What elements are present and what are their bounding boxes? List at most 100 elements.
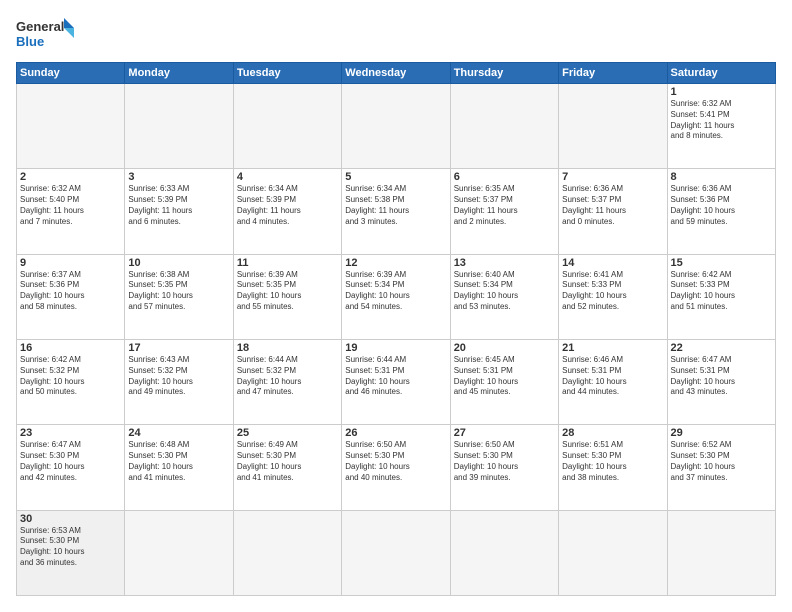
- day-number: 7: [562, 171, 663, 183]
- day-cell: 23Sunrise: 6:47 AM Sunset: 5:30 PM Dayli…: [17, 425, 125, 510]
- weekday-sunday: Sunday: [17, 63, 125, 84]
- day-info: Sunrise: 6:48 AM Sunset: 5:30 PM Dayligh…: [128, 440, 229, 483]
- day-number: 2: [20, 171, 121, 183]
- day-number: 30: [20, 513, 121, 525]
- day-info: Sunrise: 6:36 AM Sunset: 5:37 PM Dayligh…: [562, 184, 663, 227]
- day-cell: [559, 84, 667, 169]
- weekday-tuesday: Tuesday: [233, 63, 341, 84]
- day-cell: 2Sunrise: 6:32 AM Sunset: 5:40 PM Daylig…: [17, 169, 125, 254]
- day-cell: 26Sunrise: 6:50 AM Sunset: 5:30 PM Dayli…: [342, 425, 450, 510]
- day-number: 13: [454, 257, 555, 269]
- day-cell: 29Sunrise: 6:52 AM Sunset: 5:30 PM Dayli…: [667, 425, 775, 510]
- day-cell: [667, 510, 775, 595]
- day-cell: 20Sunrise: 6:45 AM Sunset: 5:31 PM Dayli…: [450, 339, 558, 424]
- day-info: Sunrise: 6:46 AM Sunset: 5:31 PM Dayligh…: [562, 355, 663, 398]
- day-number: 25: [237, 427, 338, 439]
- day-info: Sunrise: 6:42 AM Sunset: 5:32 PM Dayligh…: [20, 355, 121, 398]
- day-cell: 15Sunrise: 6:42 AM Sunset: 5:33 PM Dayli…: [667, 254, 775, 339]
- weekday-friday: Friday: [559, 63, 667, 84]
- generalblue-logo: General Blue: [16, 16, 76, 52]
- day-info: Sunrise: 6:42 AM Sunset: 5:33 PM Dayligh…: [671, 270, 772, 313]
- day-info: Sunrise: 6:39 AM Sunset: 5:34 PM Dayligh…: [345, 270, 446, 313]
- day-cell: [125, 84, 233, 169]
- logo: General Blue: [16, 16, 76, 52]
- day-cell: 27Sunrise: 6:50 AM Sunset: 5:30 PM Dayli…: [450, 425, 558, 510]
- day-info: Sunrise: 6:37 AM Sunset: 5:36 PM Dayligh…: [20, 270, 121, 313]
- day-number: 26: [345, 427, 446, 439]
- day-cell: 3Sunrise: 6:33 AM Sunset: 5:39 PM Daylig…: [125, 169, 233, 254]
- day-number: 8: [671, 171, 772, 183]
- week-row-6: 30Sunrise: 6:53 AM Sunset: 5:30 PM Dayli…: [17, 510, 776, 595]
- day-info: Sunrise: 6:51 AM Sunset: 5:30 PM Dayligh…: [562, 440, 663, 483]
- weekday-monday: Monday: [125, 63, 233, 84]
- day-cell: [450, 84, 558, 169]
- calendar-table: SundayMondayTuesdayWednesdayThursdayFrid…: [16, 62, 776, 596]
- day-number: 14: [562, 257, 663, 269]
- week-row-2: 2Sunrise: 6:32 AM Sunset: 5:40 PM Daylig…: [17, 169, 776, 254]
- day-number: 16: [20, 342, 121, 354]
- day-cell: 10Sunrise: 6:38 AM Sunset: 5:35 PM Dayli…: [125, 254, 233, 339]
- day-cell: [233, 84, 341, 169]
- day-cell: 12Sunrise: 6:39 AM Sunset: 5:34 PM Dayli…: [342, 254, 450, 339]
- day-number: 27: [454, 427, 555, 439]
- day-number: 20: [454, 342, 555, 354]
- day-info: Sunrise: 6:45 AM Sunset: 5:31 PM Dayligh…: [454, 355, 555, 398]
- day-cell: 9Sunrise: 6:37 AM Sunset: 5:36 PM Daylig…: [17, 254, 125, 339]
- day-cell: [125, 510, 233, 595]
- day-cell: 22Sunrise: 6:47 AM Sunset: 5:31 PM Dayli…: [667, 339, 775, 424]
- day-info: Sunrise: 6:53 AM Sunset: 5:30 PM Dayligh…: [20, 526, 121, 569]
- day-number: 19: [345, 342, 446, 354]
- day-info: Sunrise: 6:34 AM Sunset: 5:39 PM Dayligh…: [237, 184, 338, 227]
- day-cell: 28Sunrise: 6:51 AM Sunset: 5:30 PM Dayli…: [559, 425, 667, 510]
- day-number: 18: [237, 342, 338, 354]
- day-cell: 25Sunrise: 6:49 AM Sunset: 5:30 PM Dayli…: [233, 425, 341, 510]
- day-info: Sunrise: 6:50 AM Sunset: 5:30 PM Dayligh…: [454, 440, 555, 483]
- day-info: Sunrise: 6:34 AM Sunset: 5:38 PM Dayligh…: [345, 184, 446, 227]
- day-info: Sunrise: 6:49 AM Sunset: 5:30 PM Dayligh…: [237, 440, 338, 483]
- week-row-3: 9Sunrise: 6:37 AM Sunset: 5:36 PM Daylig…: [17, 254, 776, 339]
- week-row-5: 23Sunrise: 6:47 AM Sunset: 5:30 PM Dayli…: [17, 425, 776, 510]
- day-number: 9: [20, 257, 121, 269]
- weekday-wednesday: Wednesday: [342, 63, 450, 84]
- day-info: Sunrise: 6:44 AM Sunset: 5:31 PM Dayligh…: [345, 355, 446, 398]
- day-cell: 8Sunrise: 6:36 AM Sunset: 5:36 PM Daylig…: [667, 169, 775, 254]
- day-info: Sunrise: 6:33 AM Sunset: 5:39 PM Dayligh…: [128, 184, 229, 227]
- header: General Blue: [16, 16, 776, 52]
- page: General Blue SundayMondayTuesdayWednesda…: [0, 0, 792, 612]
- day-cell: 5Sunrise: 6:34 AM Sunset: 5:38 PM Daylig…: [342, 169, 450, 254]
- day-info: Sunrise: 6:50 AM Sunset: 5:30 PM Dayligh…: [345, 440, 446, 483]
- day-info: Sunrise: 6:47 AM Sunset: 5:31 PM Dayligh…: [671, 355, 772, 398]
- week-row-1: 1Sunrise: 6:32 AM Sunset: 5:41 PM Daylig…: [17, 84, 776, 169]
- weekday-saturday: Saturday: [667, 63, 775, 84]
- day-info: Sunrise: 6:32 AM Sunset: 5:41 PM Dayligh…: [671, 99, 772, 142]
- day-number: 15: [671, 257, 772, 269]
- day-number: 21: [562, 342, 663, 354]
- day-number: 24: [128, 427, 229, 439]
- day-cell: [342, 510, 450, 595]
- day-cell: 30Sunrise: 6:53 AM Sunset: 5:30 PM Dayli…: [17, 510, 125, 595]
- day-number: 12: [345, 257, 446, 269]
- day-number: 5: [345, 171, 446, 183]
- day-number: 3: [128, 171, 229, 183]
- day-number: 17: [128, 342, 229, 354]
- day-info: Sunrise: 6:35 AM Sunset: 5:37 PM Dayligh…: [454, 184, 555, 227]
- day-cell: 1Sunrise: 6:32 AM Sunset: 5:41 PM Daylig…: [667, 84, 775, 169]
- day-cell: [17, 84, 125, 169]
- day-number: 28: [562, 427, 663, 439]
- day-cell: 17Sunrise: 6:43 AM Sunset: 5:32 PM Dayli…: [125, 339, 233, 424]
- week-row-4: 16Sunrise: 6:42 AM Sunset: 5:32 PM Dayli…: [17, 339, 776, 424]
- day-cell: 16Sunrise: 6:42 AM Sunset: 5:32 PM Dayli…: [17, 339, 125, 424]
- day-info: Sunrise: 6:39 AM Sunset: 5:35 PM Dayligh…: [237, 270, 338, 313]
- day-number: 10: [128, 257, 229, 269]
- day-number: 29: [671, 427, 772, 439]
- day-info: Sunrise: 6:41 AM Sunset: 5:33 PM Dayligh…: [562, 270, 663, 313]
- day-cell: 24Sunrise: 6:48 AM Sunset: 5:30 PM Dayli…: [125, 425, 233, 510]
- day-cell: 18Sunrise: 6:44 AM Sunset: 5:32 PM Dayli…: [233, 339, 341, 424]
- day-info: Sunrise: 6:36 AM Sunset: 5:36 PM Dayligh…: [671, 184, 772, 227]
- day-info: Sunrise: 6:43 AM Sunset: 5:32 PM Dayligh…: [128, 355, 229, 398]
- day-number: 11: [237, 257, 338, 269]
- day-info: Sunrise: 6:32 AM Sunset: 5:40 PM Dayligh…: [20, 184, 121, 227]
- day-cell: 19Sunrise: 6:44 AM Sunset: 5:31 PM Dayli…: [342, 339, 450, 424]
- day-number: 4: [237, 171, 338, 183]
- day-cell: 13Sunrise: 6:40 AM Sunset: 5:34 PM Dayli…: [450, 254, 558, 339]
